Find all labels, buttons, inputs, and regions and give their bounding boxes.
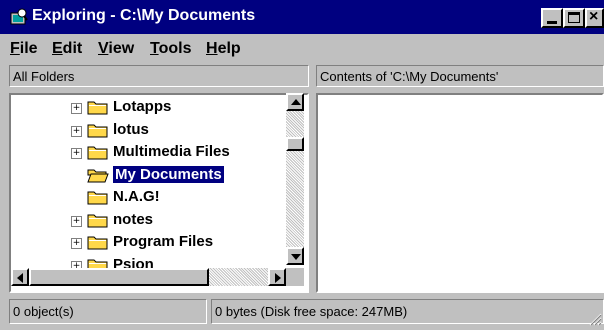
menu-mnemonic: V [98,40,109,57]
menu-label: ools [158,40,192,57]
window-title: Exploring - C:\My Documents [32,7,256,24]
explorer-icon[interactable] [10,8,28,26]
folder-icon [87,124,108,137]
menu-mnemonic: T [150,40,159,57]
menu-label: iew [108,40,135,57]
tree-item-label: Program Files [113,233,214,250]
tree-item[interactable]: N.A.G! [11,187,291,209]
tree-item-label: Multimedia Files [113,143,230,160]
menu-mnemonic: F [10,40,20,57]
folders-header: All Folders [9,65,309,87]
contents-pane[interactable] [316,93,604,293]
tree-item[interactable]: My Documents [11,165,291,187]
maximize-icon [568,12,580,23]
horizontal-scrollbar[interactable] [11,268,286,286]
menu-file[interactable]: File [10,40,38,58]
tree-item[interactable]: + lotus [11,120,291,142]
tree-item[interactable]: + Program Files [11,232,291,254]
status-disk-space: 0 bytes (Disk free space: 247MB) [211,299,604,324]
scroll-right-button[interactable] [268,268,286,286]
close-icon: × [589,8,599,25]
menu-label: ile [19,40,38,57]
status-object-count: 0 object(s) [9,299,207,324]
expand-toggle[interactable]: + [71,148,82,159]
expand-toggle[interactable]: + [71,215,82,227]
expand-toggle[interactable]: + [71,238,82,249]
tree-item[interactable]: + Multimedia Files [11,142,291,164]
folder-tree-pane[interactable]: + Lotapps + lotus + Multimedia Files My Docume… [9,93,309,293]
arrow-up-icon [291,99,301,105]
tree-item[interactable]: + notes [11,210,291,232]
vertical-scroll-thumb[interactable] [286,137,304,151]
maximize-button[interactable] [563,8,585,28]
tree-item-label: notes [113,210,154,228]
tree-item[interactable]: + Lotapps [11,97,291,119]
folder-icon [87,214,108,227]
minimize-icon [547,21,557,24]
scroll-left-button[interactable] [11,268,29,286]
arrow-right-icon [275,273,281,283]
tree-item-label: lotus [113,120,149,138]
contents-header: Contents of 'C:\My Documents' [316,65,604,87]
arrow-down-icon [291,254,301,260]
folder-icon [87,191,108,205]
scroll-up-button[interactable] [286,93,304,111]
horizontal-scroll-thumb[interactable] [29,268,209,286]
expand-toggle[interactable]: + [71,103,82,114]
menu-edit[interactable]: Edit [52,40,82,58]
menu-tools[interactable]: Tools [150,40,191,58]
menu-bar [0,34,604,60]
resize-grip-icon[interactable] [588,312,602,326]
close-button[interactable]: × [585,8,604,28]
tree-item-label: N.A.G! [113,188,160,205]
expand-toggle[interactable]: + [71,125,82,137]
menu-label: dit [62,40,83,57]
tree-item-label: Lotapps [113,98,172,115]
open-folder-icon [87,169,109,182]
menu-mnemonic: H [206,40,218,57]
scroll-down-button[interactable] [286,247,304,265]
tree-item-label: My Documents [113,165,224,183]
arrow-left-icon [17,273,23,283]
folder-icon [87,101,108,115]
folder-icon [87,146,108,160]
menu-view[interactable]: View [98,40,134,58]
menu-label: elp [217,40,241,57]
menu-mnemonic: E [52,40,63,57]
vertical-scrollbar[interactable] [286,93,304,265]
minimize-button[interactable] [541,8,563,28]
scrollbar-corner [286,268,304,286]
folder-icon [87,236,108,250]
menu-help[interactable]: Help [206,40,241,58]
